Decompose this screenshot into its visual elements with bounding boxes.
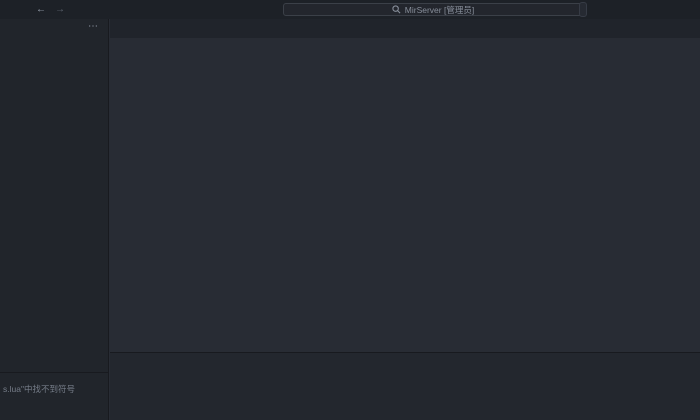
more-actions-icon[interactable]: ⋯ (88, 21, 99, 32)
editor-group (110, 19, 700, 420)
command-center-search[interactable]: MirServer [管理员] (283, 3, 583, 16)
panel-tabs (110, 353, 700, 372)
back-arrow-icon[interactable]: ← (36, 4, 46, 15)
forward-arrow-icon[interactable]: → (55, 4, 65, 15)
terminal-output[interactable] (110, 372, 700, 379)
outline-message: s.lua"中找不到符号 (0, 373, 108, 395)
search-label: MirServer [管理员] (405, 4, 474, 16)
search-icon (392, 5, 401, 14)
debug-toolbar (579, 2, 587, 17)
code-editor[interactable] (110, 54, 700, 352)
breadcrumb[interactable] (110, 38, 700, 54)
explorer-header: ⋯ (0, 19, 108, 39)
titlebar: ← → MirServer [管理员] (0, 0, 700, 19)
tab-bar (110, 19, 700, 38)
bottom-panel (110, 352, 700, 420)
history-nav: ← → (36, 4, 65, 15)
outline-section: s.lua"中找不到符号 (0, 372, 108, 395)
explorer-sidebar: ⋯ s.lua"中找不到符号 (0, 19, 109, 420)
